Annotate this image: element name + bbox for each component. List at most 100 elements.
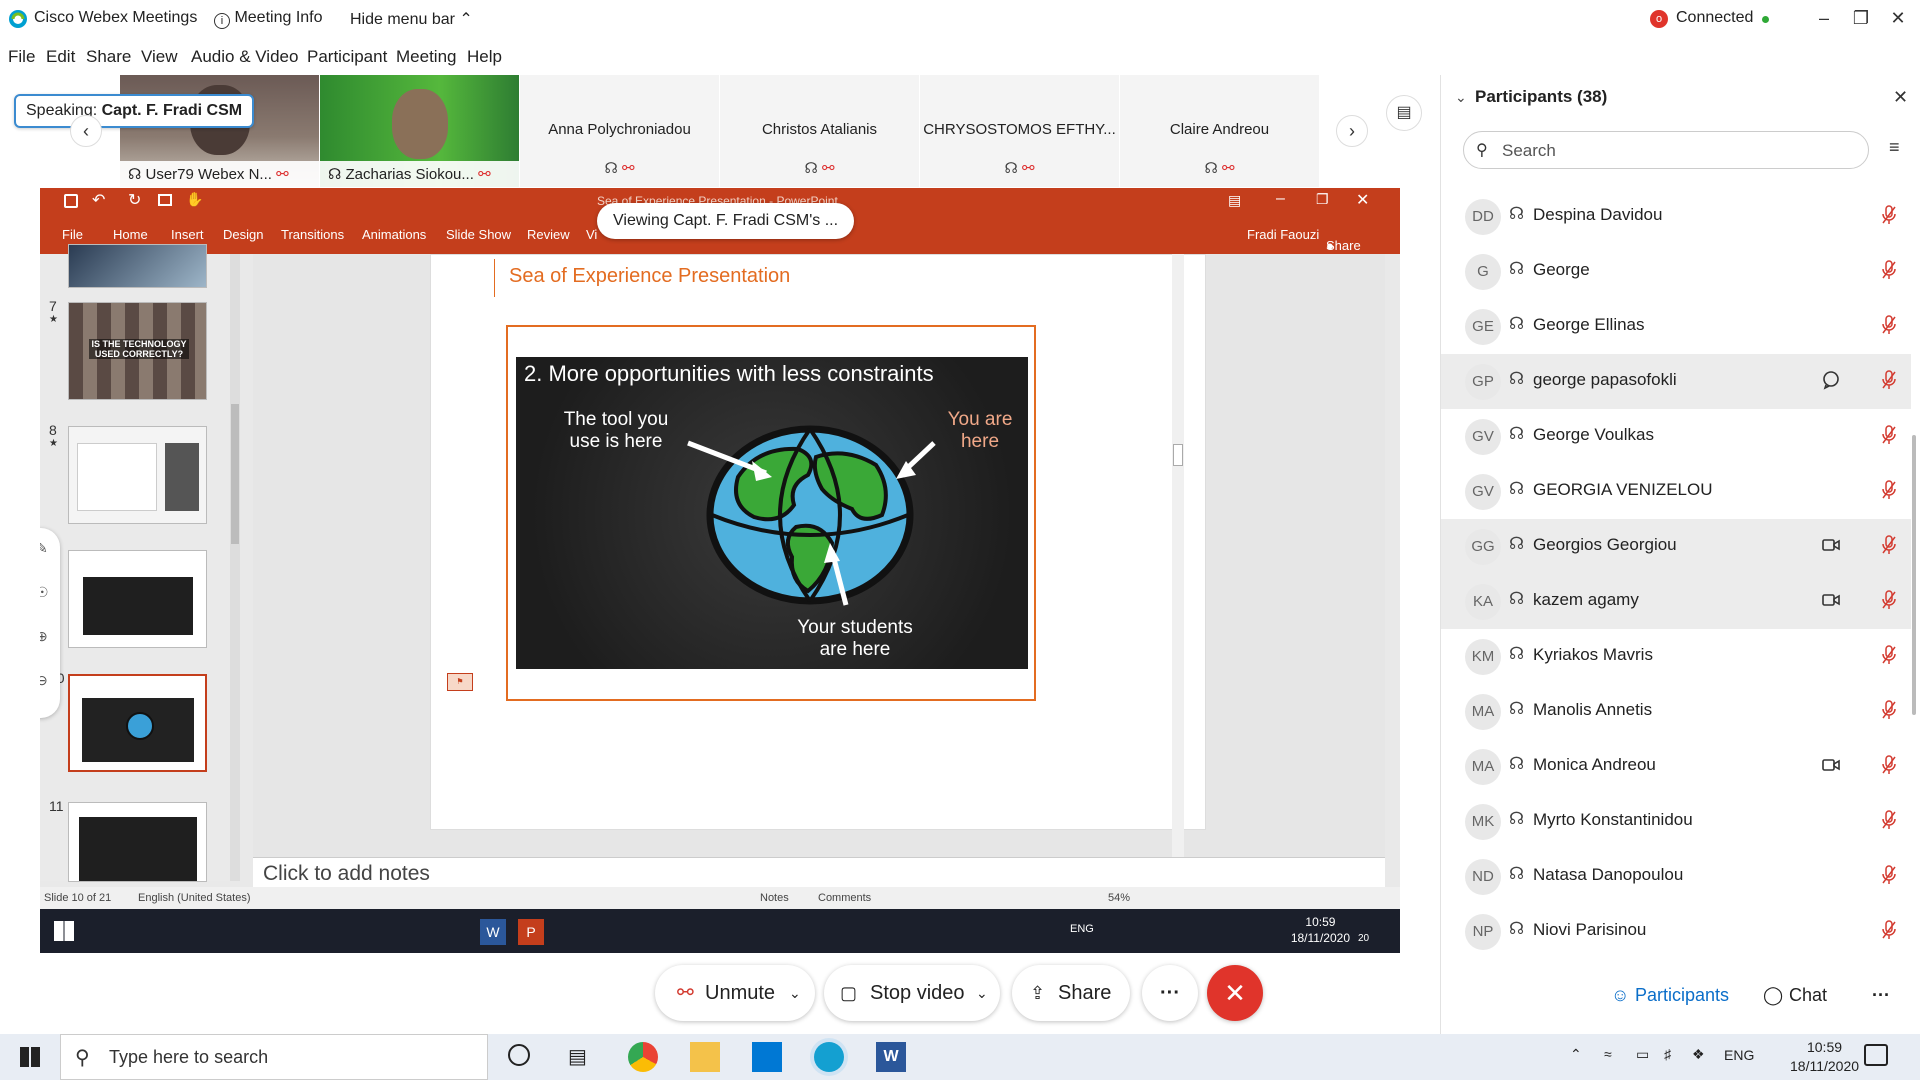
muted-mic-icon[interactable]: [1881, 700, 1897, 720]
muted-mic-icon[interactable]: [1881, 425, 1897, 445]
more-options-button[interactable]: ···: [1142, 965, 1198, 1021]
participant-row[interactable]: MA ☊ Monica Andreou: [1441, 739, 1911, 794]
taskbar-clock[interactable]: 10:59 18/11/2020: [1790, 1038, 1859, 1076]
menu-edit[interactable]: Edit: [46, 47, 75, 67]
file-explorer-icon[interactable]: [690, 1042, 720, 1072]
slide-thumbnail[interactable]: IS THE TECHNOLOGY USED CORRECTLY?: [68, 302, 207, 400]
slide-thumbnail-selected[interactable]: [68, 674, 207, 772]
tray-expand-icon[interactable]: ⌃: [1570, 1046, 1582, 1063]
muted-mic-icon[interactable]: [1881, 920, 1897, 940]
muted-mic-icon[interactable]: [1881, 260, 1897, 280]
participant-row[interactable]: GG ☊ Georgios Georgiou: [1441, 519, 1911, 574]
slide-thumbnail[interactable]: [68, 802, 207, 882]
mail-icon[interactable]: [752, 1042, 782, 1072]
task-view-icon[interactable]: ▤: [568, 1044, 587, 1069]
participant-row[interactable]: GV ☊ George Voulkas: [1441, 409, 1911, 464]
taskbar-lang[interactable]: ENG: [1724, 1047, 1754, 1063]
slide-scroll-thumb[interactable]: [1173, 444, 1183, 466]
menu-view[interactable]: View: [141, 47, 178, 67]
participant-row[interactable]: KA ☊ kazem agamy: [1441, 574, 1911, 629]
share-button[interactable]: ⇪ Share: [1012, 965, 1130, 1021]
notes-pane[interactable]: Click to add notes: [253, 857, 1385, 887]
taskbar-search-box[interactable]: ⚲ Type here to search: [60, 1034, 488, 1080]
volume-muted-icon[interactable]: ♯: [1664, 1046, 1671, 1062]
menu-meeting[interactable]: Meeting: [396, 47, 456, 67]
menu-file[interactable]: File: [8, 47, 35, 67]
muted-mic-icon[interactable]: [1881, 205, 1897, 225]
thumbnail-scroll-thumb[interactable]: [231, 404, 239, 544]
restore-button[interactable]: ❐: [1843, 2, 1879, 34]
menu-share[interactable]: Share: [86, 47, 131, 67]
filmstrip-next-button[interactable]: ›: [1336, 115, 1368, 147]
dropbox-icon[interactable]: ❖: [1692, 1046, 1705, 1063]
filmstrip-prev-button[interactable]: ‹: [70, 115, 102, 147]
ribbon-tab-review[interactable]: Review: [527, 227, 570, 242]
muted-mic-icon[interactable]: [1881, 645, 1897, 665]
muted-mic-icon[interactable]: [1881, 810, 1897, 830]
pointer-icon[interactable]: ☉: [40, 584, 49, 601]
ppt-restore-button[interactable]: ❐: [1316, 191, 1329, 208]
pen-icon[interactable]: ✎: [40, 540, 48, 557]
participants-tab-button[interactable]: ☺ Participants: [1601, 973, 1745, 1017]
video-on-icon[interactable]: [1821, 755, 1841, 775]
participant-tile[interactable]: CHRYSOSTOMOS EFTHY... ☊ ⚯: [920, 75, 1119, 187]
video-on-icon[interactable]: [1821, 535, 1841, 555]
meeting-info-button[interactable]: i Meeting Info: [214, 9, 323, 29]
zoom-level[interactable]: 54%: [1108, 892, 1130, 904]
chat-icon[interactable]: [1821, 370, 1841, 390]
muted-mic-icon[interactable]: [1881, 865, 1897, 885]
participant-row[interactable]: DD ☊ Despina Davidou: [1441, 189, 1911, 244]
close-panel-button[interactable]: ✕: [1893, 87, 1908, 108]
participant-row[interactable]: GE ☊ George Ellinas: [1441, 299, 1911, 354]
menu-participant[interactable]: Participant: [307, 47, 387, 67]
ppt-minimize-button[interactable]: –: [1276, 190, 1285, 208]
slide-thumbnail[interactable]: [68, 550, 207, 648]
notifications-icon[interactable]: [1864, 1044, 1888, 1066]
video-tile[interactable]: ☊ Zacharias Siokou... ⚯: [320, 75, 519, 187]
participant-list-scrollbar[interactable]: [1912, 435, 1916, 715]
ribbon-tab-slideshow[interactable]: Slide Show: [446, 227, 511, 242]
participant-row[interactable]: KM ☊ Kyriakos Mavris: [1441, 629, 1911, 684]
muted-mic-icon[interactable]: [1881, 480, 1897, 500]
cortana-icon[interactable]: [508, 1044, 530, 1066]
participant-row[interactable]: GV ☊ GEORGIA VENIZELOU: [1441, 464, 1911, 519]
participant-row[interactable]: G ☊ George: [1441, 244, 1911, 299]
slide-thumbnail[interactable]: [68, 426, 207, 524]
webex-taskbar-icon[interactable]: [814, 1042, 844, 1072]
chat-tab-button[interactable]: ◯ Chat: [1759, 973, 1849, 1017]
unmute-button[interactable]: ⚯ Unmute ⌄: [655, 965, 815, 1021]
windows-start-icon[interactable]: [20, 1047, 40, 1067]
menu-help[interactable]: Help: [467, 47, 502, 67]
chrome-icon[interactable]: [628, 1042, 658, 1072]
muted-mic-icon[interactable]: [1881, 590, 1897, 610]
participant-search-input[interactable]: ⚲ Search: [1463, 131, 1869, 169]
hide-menu-bar-button[interactable]: Hide menu bar ⌃: [350, 9, 473, 29]
video-tile[interactable]: ☊ User79 Webex N... ⚯: [120, 75, 319, 187]
ribbon-tab-transitions[interactable]: Transitions: [281, 227, 344, 242]
sort-list-icon[interactable]: ≡: [1889, 137, 1900, 158]
comments-toggle[interactable]: Comments: [818, 892, 871, 904]
participant-row[interactable]: ND ☊ Natasa Danopoulou: [1441, 849, 1911, 904]
collapse-chevron-icon[interactable]: ⌄: [1455, 89, 1467, 106]
zoom-out-icon[interactable]: ⊖: [40, 672, 48, 689]
ribbon-tab-design[interactable]: Design: [223, 227, 263, 242]
slide-thumbnail[interactable]: [68, 244, 207, 288]
word-icon[interactable]: W: [876, 1042, 906, 1072]
ribbon-tab-home[interactable]: Home: [113, 227, 148, 242]
layout-button[interactable]: ▤: [1386, 95, 1422, 131]
participant-row[interactable]: GP ☊ george papasofokli: [1441, 354, 1911, 409]
slide-scrollbar[interactable]: [1172, 254, 1184, 879]
stop-video-button[interactable]: ▢ Stop video ⌄: [824, 965, 1000, 1021]
panel-more-button[interactable]: ···: [1861, 973, 1901, 1017]
muted-mic-icon[interactable]: [1881, 315, 1897, 335]
ribbon-tab-animations[interactable]: Animations: [362, 227, 426, 242]
muted-mic-icon[interactable]: [1881, 370, 1897, 390]
participant-row[interactable]: MA ☊ Manolis Annetis: [1441, 684, 1911, 739]
participant-tile[interactable]: Christos Atalianis ☊ ⚯: [720, 75, 919, 187]
wifi-icon[interactable]: ≈: [1604, 1046, 1612, 1062]
participant-tile[interactable]: Anna Polychroniadou ☊ ⚯: [520, 75, 719, 187]
close-window-button[interactable]: ✕: [1880, 2, 1916, 34]
muted-mic-icon[interactable]: [1881, 535, 1897, 555]
participant-row[interactable]: MK ☊ Myrto Konstantinidou: [1441, 794, 1911, 849]
video-on-icon[interactable]: [1821, 590, 1841, 610]
